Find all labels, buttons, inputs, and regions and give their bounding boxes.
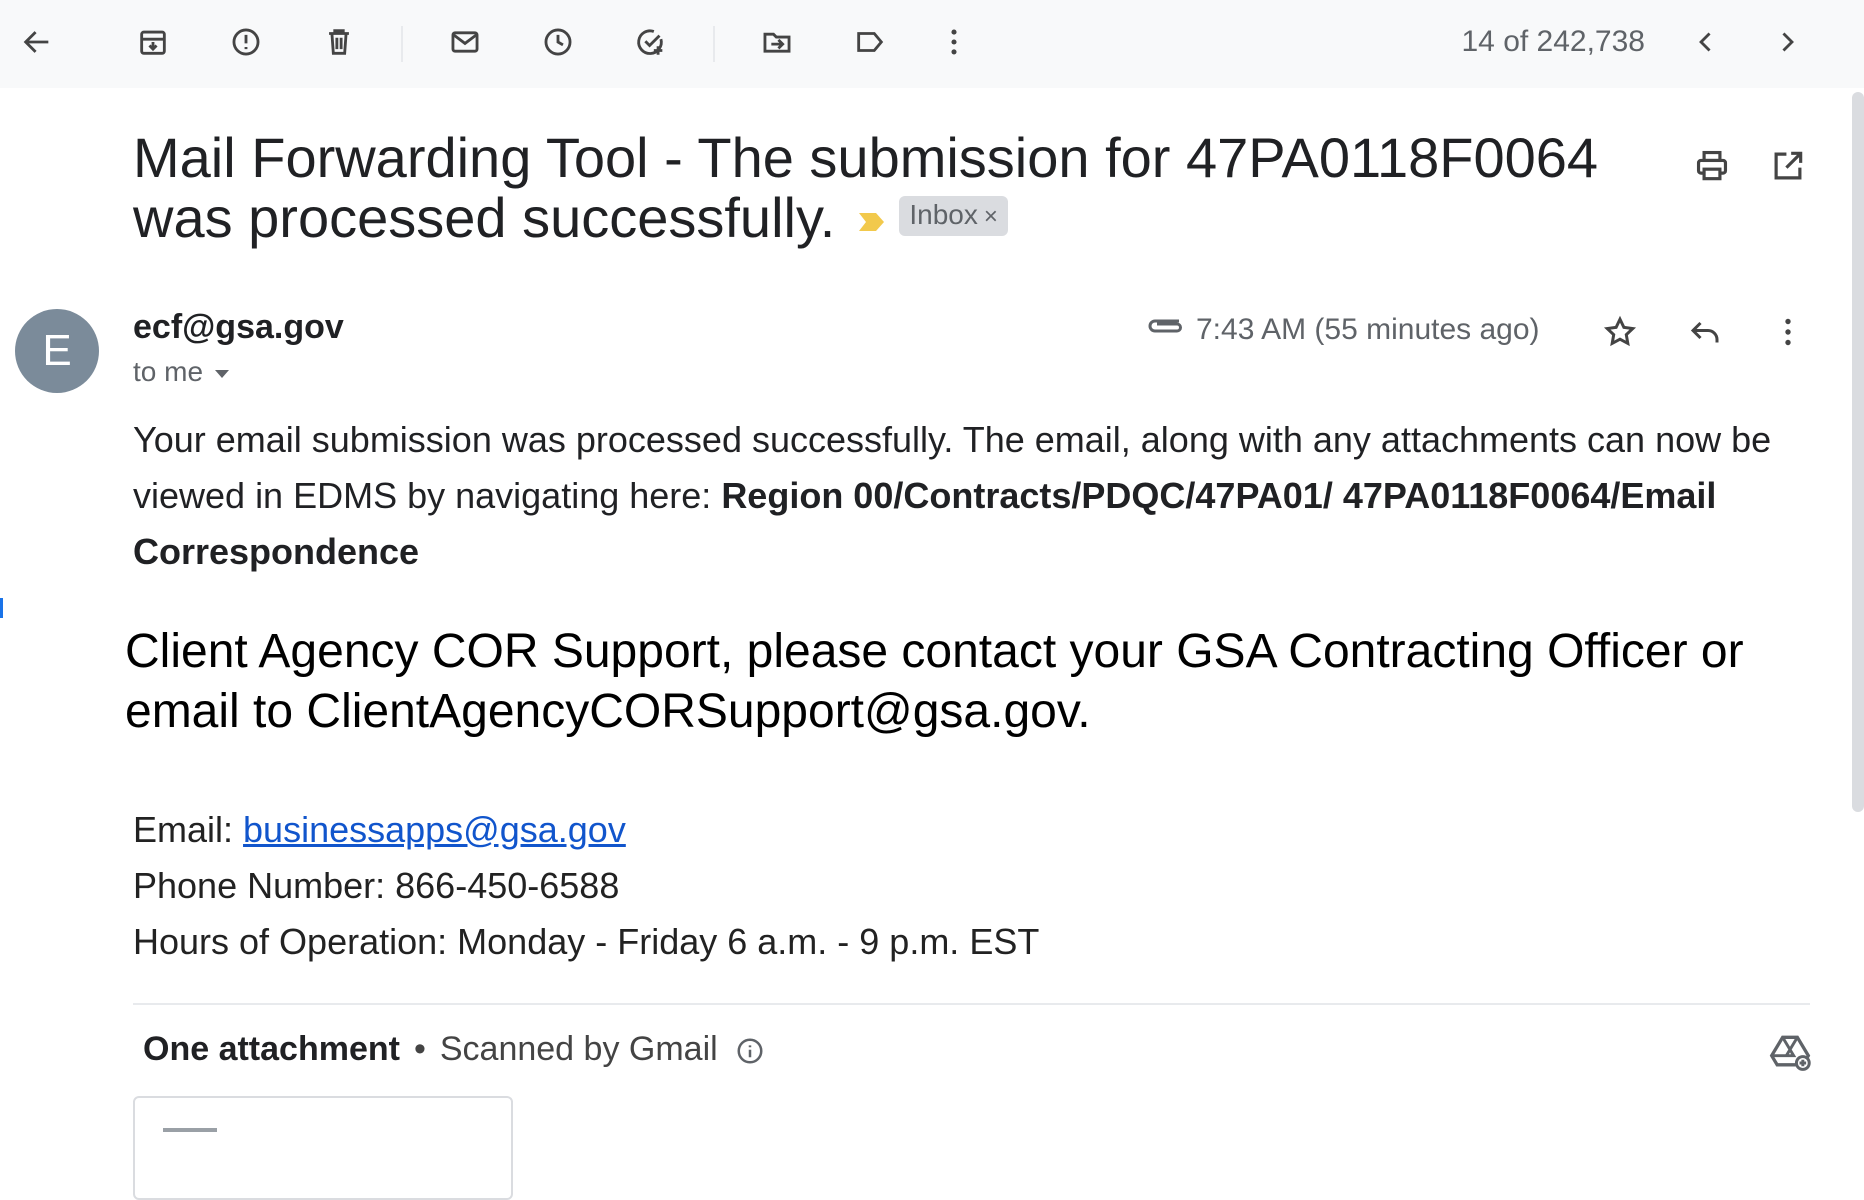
add-to-tasks-icon[interactable] [631, 22, 671, 62]
email-line: Email: businessapps@gsa.gov [133, 802, 1039, 858]
toolbar-divider [713, 26, 715, 62]
snooze-icon[interactable] [538, 22, 578, 62]
attachment-preview [163, 1128, 217, 1132]
email-label: Email: [133, 809, 244, 850]
subject: Mail Forwarding Tool - The submission fo… [133, 128, 1663, 248]
report-spam-icon[interactable] [226, 22, 266, 62]
phone-line: Phone Number: 866-450-6588 [133, 865, 620, 906]
chevron-down-icon[interactable] [215, 369, 230, 378]
hours-line: Hours of Operation: Monday - Friday 6 a.… [133, 921, 1040, 962]
mark-unread-icon[interactable] [445, 22, 485, 62]
avatar[interactable]: E [15, 309, 99, 393]
reply-icon[interactable] [1683, 310, 1727, 354]
label-icon[interactable] [850, 22, 890, 62]
toolbar-divider [401, 26, 403, 62]
chevron-right-icon[interactable] [1767, 22, 1807, 62]
chevron-left-icon[interactable] [1686, 22, 1726, 62]
importance-marker-icon[interactable] [857, 210, 887, 234]
info-icon[interactable] [735, 1036, 765, 1066]
archive-icon[interactable] [133, 22, 173, 62]
add-to-drive-icon[interactable] [1768, 1030, 1812, 1074]
inbox-label-text: Inbox [909, 199, 978, 231]
cor-support-notice: Client Agency COR Support, please contac… [125, 625, 1744, 738]
delete-icon[interactable] [319, 22, 359, 62]
divider [133, 1003, 1810, 1005]
message-counter: 14 of 242,738 [1461, 25, 1645, 58]
contact-block: Email: businessapps@gsa.gov Phone Number… [133, 802, 1039, 970]
separator-dot: • [413, 1030, 426, 1068]
sender-email[interactable]: ecf@gsa.gov [133, 308, 344, 347]
attachment-count: One attachment [143, 1030, 400, 1068]
more-vert-icon[interactable] [1766, 310, 1810, 354]
attachment-clip-icon [1148, 319, 1182, 333]
inbox-label-chip: Inbox × [899, 196, 1008, 237]
recipient-text: to me [133, 356, 204, 387]
attachments-header: One attachment • Scanned by Gmail [143, 1030, 765, 1069]
open-in-new-window-icon[interactable] [1766, 144, 1810, 188]
email-link[interactable]: businessapps@gsa.gov [243, 809, 626, 850]
print-icon[interactable] [1690, 144, 1734, 188]
scanned-by-text: Scanned by Gmail [439, 1030, 718, 1068]
focus-marker [0, 598, 3, 618]
attachment-thumbnail[interactable] [133, 1096, 513, 1200]
back-arrow-icon[interactable] [17, 22, 57, 62]
message-body-intro: Your email submission was processed succ… [133, 412, 1833, 580]
remove-label-icon[interactable]: × [984, 203, 998, 230]
message-time: 7:43 AM (55 minutes ago) [1196, 313, 1540, 346]
more-vert-icon[interactable] [934, 22, 974, 62]
scrollbar[interactable] [1852, 92, 1864, 812]
toolbar: 14 of 242,738 [0, 0, 1864, 88]
recipient-details[interactable]: to me [133, 356, 230, 388]
move-to-icon[interactable] [757, 22, 797, 62]
star-icon[interactable] [1598, 310, 1642, 354]
